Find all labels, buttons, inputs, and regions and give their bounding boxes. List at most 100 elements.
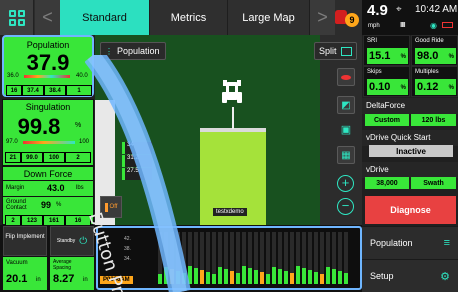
row-bar <box>296 266 300 284</box>
tractor-view-icon: ▣ <box>340 123 352 136</box>
split-icon <box>340 46 352 56</box>
tab-standard[interactable]: Standard <box>60 0 150 35</box>
population-gauge <box>24 75 70 78</box>
tab-large-map[interactable]: Large Map <box>228 0 310 35</box>
multiples-label: Multiples <box>415 69 439 75</box>
row-bar <box>266 274 270 284</box>
vdrive-quick-start-state[interactable]: Inactive <box>369 145 453 157</box>
downforce-card[interactable]: Down Force Margin 43.0 lbs Ground Contac… <box>2 166 94 226</box>
alert-count-badge: 9 <box>345 13 359 27</box>
diagnose-button[interactable]: Diagnose <box>365 196 456 224</box>
singulation-card[interactable]: Singulation 99.8 % 97.0 100 21 99.0 100 … <box>2 99 94 166</box>
map-rotate-button[interactable]: ◩ <box>337 96 355 114</box>
deltaforce-header: DeltaForce <box>362 98 458 114</box>
row-bar <box>302 268 306 284</box>
population-menu-label: Population <box>370 238 413 248</box>
flip-implement-button[interactable]: Flip Implement <box>3 226 47 256</box>
top-nav-bar: < Standard Metrics Large Map > 9 <box>0 0 362 35</box>
population-max: 40.0 <box>76 73 88 79</box>
row-bar <box>188 266 192 284</box>
average-spacing-card[interactable]: Average Spacing 8.27 in <box>50 257 94 290</box>
average-spacing-value: 8.27 <box>53 273 75 285</box>
row-bar <box>308 270 312 284</box>
deltaforce-mode[interactable]: Custom <box>365 114 409 126</box>
home-button[interactable] <box>0 0 34 35</box>
sri-unit: % <box>400 54 406 60</box>
row-by-row-chart[interactable]: 42. 38. 34. P0306AM <box>96 226 362 290</box>
next-tab-button[interactable]: > <box>310 0 335 35</box>
zoom-in-button[interactable]: + <box>337 175 354 192</box>
row-bar <box>164 267 168 284</box>
speed-unit: mph <box>368 23 380 29</box>
singulation-unit: % <box>75 122 82 129</box>
singulation-low-rows: 21 <box>5 152 21 163</box>
power-icon: ⏻ <box>79 235 88 247</box>
alerts-button[interactable]: 9 <box>335 4 359 30</box>
map-center-button[interactable] <box>337 68 355 86</box>
sri-metric[interactable]: SRI 15.1 % <box>363 35 410 66</box>
singulation-gauge <box>23 141 75 144</box>
gps-icon: ⌖ <box>396 4 402 15</box>
battery-icon <box>442 22 453 28</box>
sri-value: 15.1 % <box>367 48 408 64</box>
row-bar <box>326 267 330 284</box>
row-bar <box>290 273 294 284</box>
vdrive-quick-start-header: vDrive Quick Start <box>362 130 458 146</box>
vacuum-unit: in <box>36 277 41 283</box>
row-bar <box>224 269 228 284</box>
sri-number: 15.1 <box>369 50 391 62</box>
status-panel[interactable]: 4.9 mph ⌖ 10:42 AM IIIII ◉ <box>362 0 458 35</box>
split-view-button[interactable]: Split <box>314 42 357 60</box>
population-card[interactable]: Population 37.9 36.0 40.0 16 37.4 38.4 1 <box>2 35 94 97</box>
vacuum-card[interactable]: Vacuum 20.1 in <box>3 257 47 290</box>
multiples-unit: % <box>448 85 454 91</box>
row-bar <box>260 272 264 284</box>
good-ride-metric[interactable]: Good Ride 98.0 % <box>411 35 458 66</box>
row-bar <box>200 270 204 284</box>
map-layer-label: Population <box>117 46 160 56</box>
population-min: 36.0 <box>7 73 19 79</box>
skips-unit: % <box>400 85 406 91</box>
multiples-metric[interactable]: Multiples 0.12 % <box>411 66 458 97</box>
downforce-title: Down Force <box>23 169 73 179</box>
skips-metric[interactable]: Skips 0.10 % <box>363 66 410 97</box>
row-bar <box>254 270 258 284</box>
setup-menu-button[interactable]: Setup ⚙ <box>362 259 458 292</box>
good-ride-unit: % <box>448 54 454 60</box>
margin-row: Margin 43.0 lbs <box>3 180 93 196</box>
tractor-view-button[interactable]: ▣ <box>337 120 355 138</box>
singulation-row-stats: 21 99.0 100 2 <box>5 152 91 163</box>
vdrive-header: vDrive <box>362 162 458 178</box>
calculator-button[interactable]: ▦ <box>337 146 355 164</box>
singulation-high-value: 100 <box>43 152 65 163</box>
row-bar <box>284 271 288 284</box>
tractor-icon <box>222 80 242 103</box>
population-low-rows: 16 <box>6 85 22 96</box>
row-bar <box>344 273 348 284</box>
tab-metrics[interactable]: Metrics <box>150 0 228 35</box>
vdrive-mode[interactable]: Swath <box>411 177 456 189</box>
row-bar <box>236 273 240 284</box>
setup-menu-label: Setup <box>370 271 394 281</box>
clock-time: 10:42 AM <box>415 4 458 15</box>
row-bar <box>332 269 336 284</box>
compass-icon: ◩ <box>341 99 351 111</box>
prev-tab-button[interactable]: < <box>35 0 60 35</box>
margin-label: Margin <box>6 185 25 191</box>
zoom-out-button[interactable]: − <box>337 198 354 215</box>
row-bar <box>248 268 252 284</box>
ground-contact-label: Ground Contact <box>6 199 27 211</box>
row-bar <box>158 274 162 284</box>
margin-unit: lbs <box>76 185 84 191</box>
row-bar <box>206 272 210 284</box>
vdrive-value[interactable]: 38,000 <box>365 177 409 189</box>
skips-label: Skips <box>367 69 382 75</box>
vacuum-label: Vacuum <box>6 260 28 266</box>
row-bar <box>170 269 174 284</box>
population-menu-button[interactable]: Population ≡ <box>362 226 458 259</box>
deltaforce-value[interactable]: 120 lbs <box>411 114 456 126</box>
map-layer-button[interactable]: ⋮ Population <box>100 42 166 60</box>
row-bars <box>158 232 348 284</box>
planter-monitor-screen: < Standard Metrics Large Map > 9 4.9 mph… <box>0 0 458 292</box>
row-value: 34 <box>122 142 152 154</box>
